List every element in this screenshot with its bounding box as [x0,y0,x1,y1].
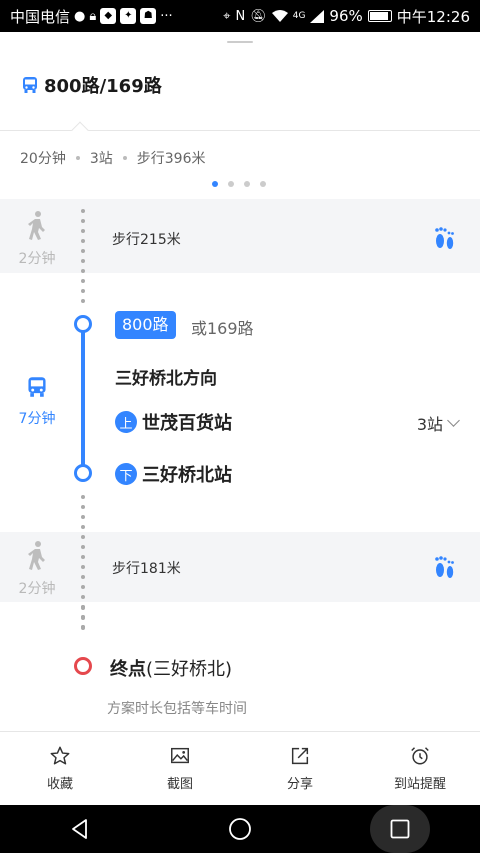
battery-percent: 96% [329,7,363,25]
star-icon [50,746,70,765]
destination: 终点(三好桥北) [110,655,232,681]
end-node [74,657,92,675]
page-dot-active[interactable] [212,181,218,187]
route-walk: 步行396米 [136,151,206,167]
favorite-button[interactable]: 收藏 [0,732,120,805]
walk-segment-1-time: 2分钟 [0,210,74,268]
walk-person-icon [28,211,45,240]
footprint-icon[interactable] [432,225,456,251]
page-dot[interactable] [260,181,266,187]
bus-icon [28,377,46,397]
recents-button[interactable] [370,805,430,853]
route-stations: 3站 [89,151,113,167]
page-dot[interactable] [244,181,250,187]
share-button[interactable]: 分享 [240,732,360,805]
page-dot[interactable] [228,181,234,187]
alight-stop: 下 三好桥北站 [115,461,232,487]
bus-route-line [81,325,85,473]
nfc-icon: N [235,8,246,24]
walk-segment-2-time: 2分钟 [0,540,74,598]
stops-expand[interactable]: 3站 [416,411,460,435]
footprint-icon[interactable] [432,554,456,580]
route-summary: 20分钟 3站 步行396米 [20,148,205,168]
alt-bus-line[interactable]: 或169路 [191,315,254,339]
walk-segment-2-distance: 步行181米 [112,561,181,577]
bottom-toolbar: 收藏 截图 分享 到站提醒 [0,731,480,805]
app-icon: ✦ [120,8,137,24]
alarm-clock-icon [411,747,429,765]
back-button[interactable] [50,805,110,853]
signal-icon [310,9,325,23]
separator-dot [75,156,80,160]
wifi-icon [271,9,288,22]
walk-person-icon [28,541,45,570]
drag-handle[interactable] [227,41,253,43]
screenshot-button[interactable]: 截图 [120,732,240,805]
share-icon [291,747,309,765]
divider-notch [71,121,89,139]
more-icon: ··· [160,8,173,24]
bus-icon [23,77,37,93]
carrier-name: 中国电信 [10,7,71,26]
alight-node [74,464,92,482]
home-circle-icon [229,818,251,840]
chat-icon: ● [74,8,86,24]
route-duration: 20分钟 [20,151,66,167]
battery-icon [367,10,392,22]
route-title: 800路/169路 [22,72,162,98]
separator-dot [122,156,127,160]
arrival-reminder-button[interactable]: 到站提醒 [360,732,480,805]
bus-direction: 三好桥北方向 [115,369,217,389]
app-icon: ◆ [100,8,117,24]
network-type: 4G [292,10,306,21]
destination-label: 终点 [110,659,146,680]
timeline-dots-end [81,606,85,636]
back-triangle-icon [72,819,87,839]
board-stop-name: 世茂百货站 [142,413,232,434]
lock-icon: 🔒︎ [89,8,97,24]
duration-note: 方案时长包括等车时间 [107,701,247,717]
bus-segment-time: 7分钟 [0,376,74,428]
image-icon [171,747,189,764]
chevron-down-icon [447,414,460,427]
recents-square-icon [390,819,410,839]
page-indicator[interactable] [212,181,266,187]
walk-segment-1-distance: 步行215米 [112,232,181,248]
route-name: 800路/169路 [44,76,162,97]
status-bar: 中国电信 ● 🔒︎ ◆ ✦ ☗ ··· ⌖ N 🔕︎ 4G 96% 中午12:2… [0,0,480,32]
bus-line-badge[interactable]: 800路 [115,311,176,339]
home-button[interactable] [210,805,270,853]
stops-count: 3站 [416,415,443,434]
alight-stop-name: 三好桥北站 [142,465,232,486]
android-icon: ☗ [140,8,157,24]
location-icon: ⌖ [223,8,231,24]
board-badge: 上 [115,411,137,433]
system-nav-bar [0,805,480,853]
clock: 中午12:26 [396,7,470,26]
destination-place: (三好桥北) [146,659,233,680]
alight-badge: 下 [115,463,137,485]
timeline-dots-top [81,209,85,309]
board-stop: 上 世茂百货站 [115,409,232,435]
board-node [74,315,92,333]
mute-icon: 🔕︎ [250,8,267,24]
